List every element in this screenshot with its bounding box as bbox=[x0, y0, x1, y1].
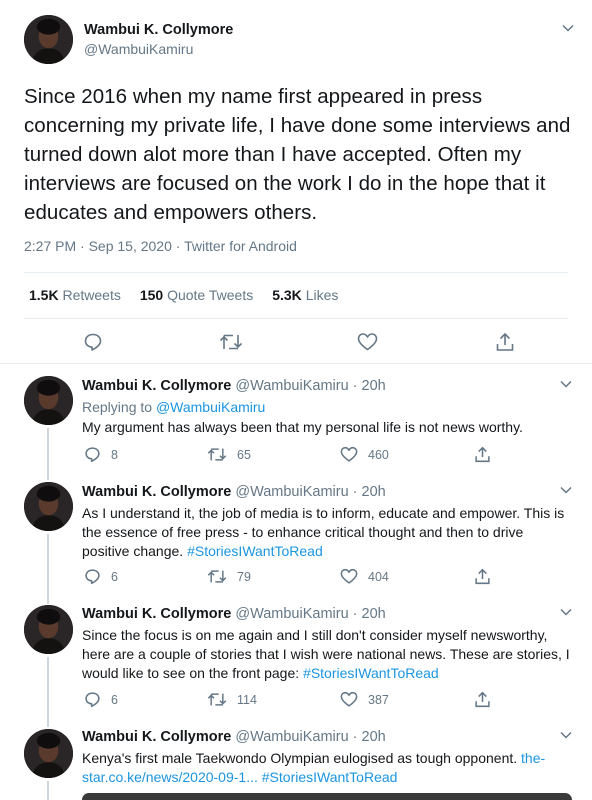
tweet-text-body: Kenya's first male Taekwondo Olympian eu… bbox=[82, 750, 522, 766]
tweet-text-body: As I understand it, the job of media is … bbox=[82, 505, 565, 559]
retweet-count: 65 bbox=[237, 447, 251, 462]
reply-icon bbox=[85, 692, 100, 708]
quotes-stat[interactable]: 150 Quote Tweets bbox=[140, 287, 253, 303]
share-icon bbox=[475, 691, 490, 708]
avatar[interactable] bbox=[24, 605, 73, 654]
chevron-down-icon[interactable] bbox=[559, 728, 573, 742]
tweet-text: My argument has always been that my pers… bbox=[82, 419, 523, 435]
author-handle-time[interactable]: @WambuiKamiru · 20h bbox=[235, 606, 385, 622]
retweets-label: Retweets bbox=[62, 287, 121, 303]
share-button[interactable] bbox=[474, 568, 491, 585]
replying-to: Replying to @WambuiKamiru bbox=[82, 399, 265, 415]
tweet-text: As I understand it, the job of media is … bbox=[82, 504, 574, 561]
like-count: 460 bbox=[368, 447, 389, 462]
retweet-button[interactable]: 65 bbox=[207, 446, 251, 463]
reply-header: Wambui K. Collymore @WambuiKamiru · 20h bbox=[82, 729, 386, 745]
reply-header: Wambui K. Collymore @WambuiKamiru · 20h bbox=[82, 484, 386, 500]
media-preview[interactable] bbox=[82, 793, 572, 800]
retweet-icon bbox=[207, 693, 227, 706]
author-handle[interactable]: @WambuiKamiru bbox=[84, 41, 193, 57]
chevron-down-icon[interactable] bbox=[559, 483, 573, 497]
reply-icon bbox=[85, 569, 100, 585]
likes-label: Likes bbox=[305, 287, 339, 303]
author-name[interactable]: Wambui K. Collymore bbox=[82, 378, 231, 394]
reply-icon bbox=[85, 447, 100, 463]
retweet-icon bbox=[207, 448, 227, 461]
author-name[interactable]: Wambui K. Collymore bbox=[82, 729, 231, 745]
hashtag-link[interactable]: #StoriesIWantToRead bbox=[262, 769, 398, 785]
meta-separator: · bbox=[171, 238, 185, 254]
quotes-count: 150 bbox=[139, 287, 164, 303]
retweet-button[interactable]: 114 bbox=[207, 691, 257, 708]
thread-line bbox=[47, 428, 49, 480]
author-handle-time[interactable]: @WambuiKamiru · 20h bbox=[235, 729, 385, 745]
avatar[interactable] bbox=[24, 482, 73, 531]
tweet-source[interactable]: Twitter for Android bbox=[184, 238, 297, 254]
tweet-text: Since 2016 when my name first appeared i… bbox=[24, 85, 571, 224]
retweets-stat[interactable]: 1.5K Retweets bbox=[29, 287, 121, 303]
reply-icon[interactable] bbox=[83, 332, 103, 352]
hashtag-link[interactable]: #StoriesIWantToRead bbox=[187, 543, 323, 559]
chevron-down-icon[interactable] bbox=[559, 377, 573, 391]
share-icon bbox=[475, 568, 490, 585]
divider bbox=[24, 272, 568, 273]
reply-button[interactable]: 6 bbox=[84, 568, 118, 585]
share-icon bbox=[475, 446, 490, 463]
likes-stat[interactable]: 5.3K Likes bbox=[272, 287, 338, 303]
share-button[interactable] bbox=[474, 691, 491, 708]
reply-header: Wambui K. Collymore @WambuiKamiru · 20h bbox=[82, 378, 386, 394]
replying-handle[interactable]: @WambuiKamiru bbox=[156, 399, 265, 415]
tweet-meta: 2:27 PM · Sep 15, 2020 · Twitter for And… bbox=[24, 238, 297, 254]
author-name[interactable]: Wambui K. Collymore bbox=[84, 22, 233, 38]
avatar[interactable] bbox=[24, 376, 73, 425]
chevron-down-icon[interactable] bbox=[559, 605, 573, 619]
like-button[interactable]: 460 bbox=[340, 446, 389, 463]
heart-icon[interactable] bbox=[357, 332, 378, 352]
heart-icon bbox=[340, 691, 358, 707]
thread-line bbox=[47, 657, 49, 727]
reply-button[interactable]: 6 bbox=[84, 691, 118, 708]
share-button[interactable] bbox=[474, 446, 491, 463]
avatar[interactable] bbox=[24, 729, 73, 778]
share-icon[interactable] bbox=[495, 332, 515, 352]
replying-prefix: Replying to bbox=[82, 399, 156, 415]
reply-count: 6 bbox=[111, 569, 118, 584]
avatar[interactable] bbox=[24, 15, 73, 64]
author-name[interactable]: Wambui K. Collymore bbox=[82, 606, 231, 622]
thread-line bbox=[47, 534, 49, 604]
reply-header: Wambui K. Collymore @WambuiKamiru · 20h bbox=[82, 606, 386, 622]
author-name[interactable]: Wambui K. Collymore bbox=[82, 484, 231, 500]
tweet-time[interactable]: 2:27 PM · Sep 15, 2020 bbox=[24, 238, 172, 254]
author-handle-time[interactable]: @WambuiKamiru · 20h bbox=[235, 378, 385, 394]
tweet-text: Since the focus is on me again and I sti… bbox=[82, 626, 574, 683]
likes-count: 5.3K bbox=[272, 287, 302, 303]
thread-line bbox=[47, 781, 49, 800]
like-button[interactable]: 404 bbox=[340, 568, 389, 585]
like-count: 387 bbox=[368, 692, 389, 707]
chevron-down-icon[interactable] bbox=[561, 21, 575, 35]
like-button[interactable]: 387 bbox=[340, 691, 389, 708]
main-tweet: Wambui K. Collymore @WambuiKamiru Since … bbox=[0, 0, 592, 364]
retweet-button[interactable]: 79 bbox=[207, 568, 251, 585]
divider bbox=[24, 318, 568, 319]
reply-count: 8 bbox=[111, 447, 118, 462]
reply-count: 6 bbox=[111, 692, 118, 707]
tweet-text: Kenya's first male Taekwondo Olympian eu… bbox=[82, 749, 574, 787]
hashtag-link[interactable]: #StoriesIWantToRead bbox=[303, 665, 439, 681]
retweet-count: 79 bbox=[237, 569, 251, 584]
retweet-count: 114 bbox=[237, 692, 257, 707]
heart-icon bbox=[340, 446, 358, 462]
retweets-count: 1.5K bbox=[29, 287, 59, 303]
reply-button[interactable]: 8 bbox=[84, 446, 118, 463]
retweet-icon bbox=[207, 570, 227, 583]
like-count: 404 bbox=[368, 569, 389, 584]
heart-icon bbox=[340, 568, 358, 584]
quotes-label: Quote Tweets bbox=[167, 287, 254, 303]
author-handle-time[interactable]: @WambuiKamiru · 20h bbox=[235, 484, 385, 500]
tweet-stats: 1.5K Retweets 150 Quote Tweets 5.3K Like… bbox=[29, 287, 338, 303]
retweet-icon[interactable] bbox=[219, 332, 243, 352]
